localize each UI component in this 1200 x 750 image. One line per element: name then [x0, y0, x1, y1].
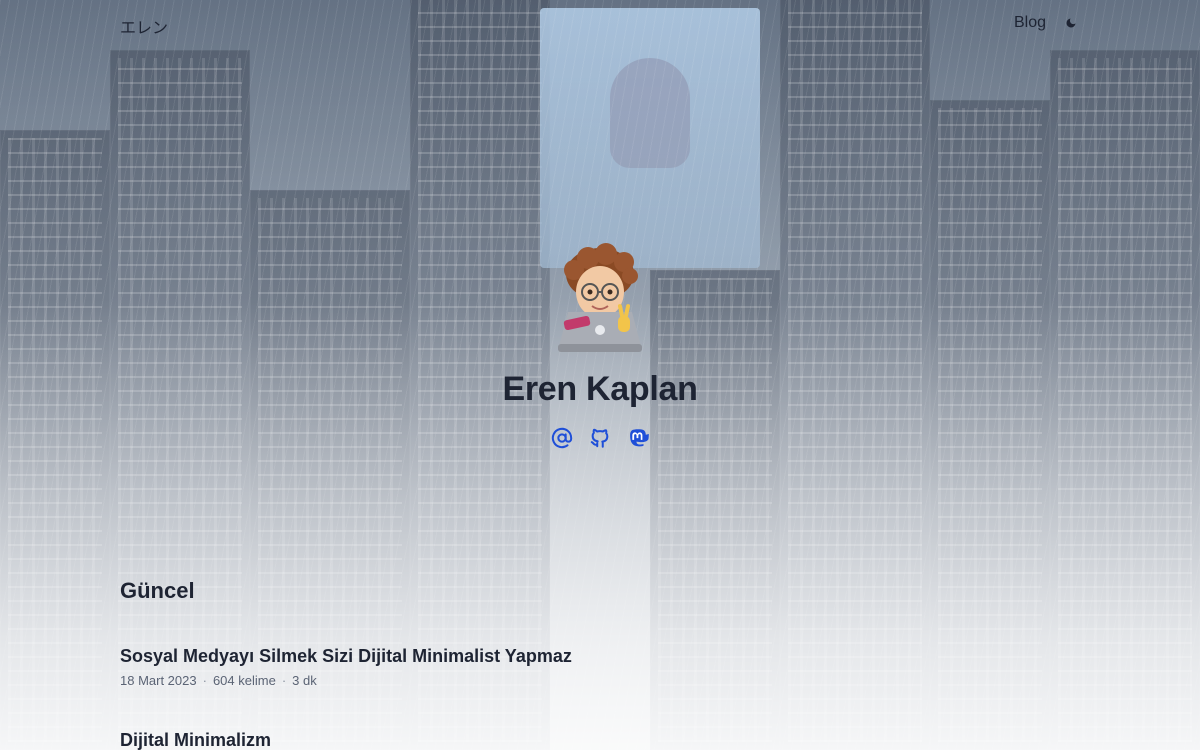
site-logo[interactable]: エレン — [120, 14, 168, 38]
mastodon-icon — [630, 429, 649, 447]
theme-toggle-button[interactable] — [1062, 14, 1080, 32]
profile-section: Eren Kaplan — [0, 240, 1200, 449]
memoji-avatar — [558, 243, 642, 352]
section-title: Güncel — [120, 578, 195, 603]
moon-icon — [1066, 18, 1076, 28]
post-title-link[interactable]: Dijital Minimalizm — [120, 730, 271, 750]
post-read-time: 3 dk — [292, 673, 317, 688]
meta-separator: · — [281, 673, 287, 688]
main-nav: Blog — [1014, 14, 1080, 32]
post-item: Dijital Minimalizm — [120, 730, 1080, 750]
site-header: エレン Blog — [0, 0, 1200, 50]
social-links — [0, 427, 1200, 449]
post-word-count: 604 kelime — [212, 673, 276, 688]
github-icon — [590, 428, 609, 448]
post-date: 18 Mart 2023 — [120, 673, 197, 688]
at-sign-icon — [551, 427, 573, 449]
post-title-link[interactable]: Sosyal Medyayı Silmek Sizi Dijital Minim… — [120, 646, 572, 667]
nav-link-blog[interactable]: Blog — [1014, 14, 1046, 32]
post-meta: 18 Mart 2023 · 604 kelime · 3 dk — [120, 673, 1080, 688]
email-link[interactable] — [551, 427, 573, 449]
meta-separator: · — [202, 673, 207, 688]
recent-posts-section: Güncel Sosyal Medyayı Silmek Sizi Dijita… — [120, 578, 1080, 750]
mastodon-link[interactable] — [627, 427, 649, 449]
github-link[interactable] — [589, 427, 611, 449]
post-item: Sosyal Medyayı Silmek Sizi Dijital Minim… — [120, 646, 1080, 688]
profile-name: Eren Kaplan — [502, 370, 698, 408]
